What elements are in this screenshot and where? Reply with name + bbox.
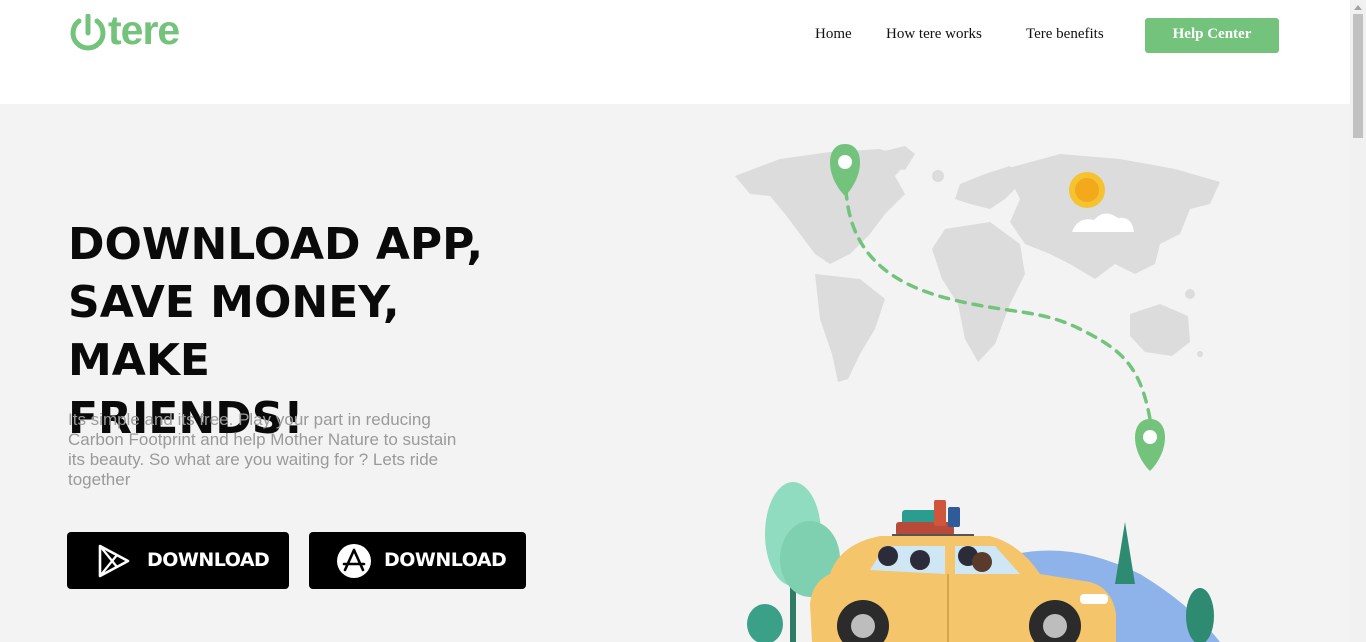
app-store-download-button[interactable]: DOWNLOAD: [309, 532, 526, 589]
nav-how-tere-works[interactable]: How tere works: [886, 26, 982, 43]
site-header: tere Home How tere works Tere benefits H…: [0, 0, 1350, 104]
location-pin-end-icon: [1135, 419, 1165, 471]
pine-tree: [1115, 522, 1135, 584]
google-play-download-label: DOWNLOAD: [147, 549, 270, 571]
google-play-download-button[interactable]: DOWNLOAD: [67, 532, 289, 589]
bush-right: [1186, 588, 1214, 642]
headline-line-1: DOWNLOAD APP,: [68, 219, 484, 270]
hero-section: DOWNLOAD APP, SAVE MONEY, MAKE FRIENDS! …: [0, 104, 1350, 642]
scrollbar[interactable]: [1350, 0, 1366, 642]
hero-subtitle: Its simple and its free. Play your part …: [68, 410, 457, 489]
app-store-download-label: DOWNLOAD: [384, 549, 507, 571]
help-center-button[interactable]: Help Center: [1145, 18, 1279, 53]
travel-illustration: [735, 144, 1220, 642]
headline-line-2: SAVE MONEY, MAKE: [68, 277, 400, 386]
logo-text: tere: [108, 7, 180, 53]
logo[interactable]: tere: [68, 7, 190, 53]
power-icon: [70, 14, 106, 51]
sun-icon: [1069, 172, 1105, 208]
scroll-thumb[interactable]: [1353, 14, 1363, 138]
nav-home[interactable]: Home: [815, 26, 852, 43]
scroll-up-icon[interactable]: [1354, 5, 1362, 10]
app-store-icon: [337, 544, 371, 578]
google-play-icon: [98, 544, 130, 578]
nav-tere-benefits[interactable]: Tere benefits: [1026, 26, 1104, 43]
world-map: [735, 146, 1220, 382]
